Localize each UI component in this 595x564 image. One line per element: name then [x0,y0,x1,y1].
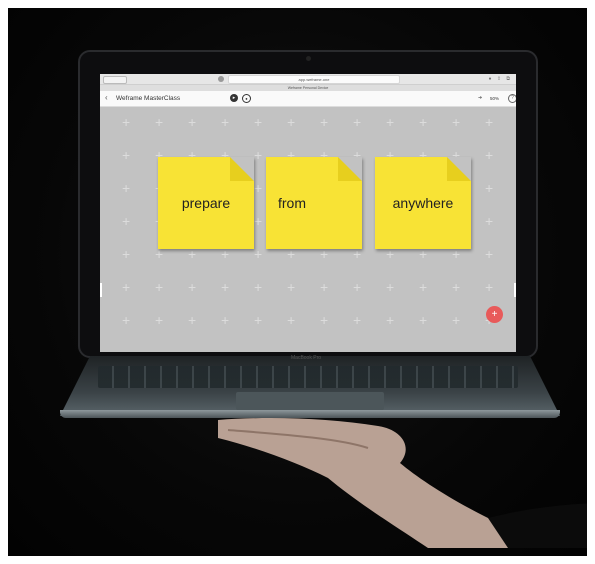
grid-plus-icon: + [386,312,395,328]
grid-plus-icon: + [155,114,164,130]
sticky-note-text: from [278,195,306,211]
privacy-icon[interactable] [218,76,224,82]
grid-plus-icon: + [254,147,263,163]
note-fold [230,157,254,181]
grid-plus-icon: + [122,213,131,229]
laptop-lid: app.weframe.one ● ⇪ ⧉ Weframe Personal D… [78,50,538,358]
grid-plus-icon: + [419,279,428,295]
sticky-note-text: prepare [181,195,231,211]
browser-toolbar: app.weframe.one ● ⇪ ⧉ [100,74,516,85]
grid-plus-icon: + [485,213,494,229]
grid-plus-icon: + [254,246,263,262]
grid-plus-icon: + [419,246,428,262]
whiteboard-canvas[interactable]: + + + + + + + + + + + + + + + + + + + + + + + + + + + + + + + + + + + + + + + +… [100,107,516,352]
grid-plus-icon: + [155,312,164,328]
grid-plus-icon: + [485,147,494,163]
grid-plus-icon: + [287,114,296,130]
grid-plus-icon: + [353,312,362,328]
grid-plus-icon: + [188,246,197,262]
grid-plus-icon: + [287,246,296,262]
grid-plus-icon: + [155,279,164,295]
address-bar[interactable]: app.weframe.one [228,75,400,84]
sticky-note[interactable]: prepare [158,157,254,249]
grid-plus-icon: + [485,180,494,196]
sticky-note[interactable]: anywhere [375,157,471,249]
grid-plus-icon: + [353,114,362,130]
grid-plus-icon: + [386,246,395,262]
laptop-brand-label: MacBook Pro [291,355,322,361]
grid-plus-icon: + [254,279,263,295]
pointer-tool-icon[interactable]: ▸ [230,94,238,102]
note-fold [338,157,362,181]
grid-plus-icon: + [221,114,230,130]
grid-plus-icon: + [485,279,494,295]
grid-plus-icon: + [287,279,296,295]
grid-plus-icon: + [320,279,329,295]
board-title: Weframe MasterClass [116,95,181,102]
add-button[interactable]: + [486,306,503,323]
grid-plus-icon: + [485,114,494,130]
grid-plus-icon: + [122,147,131,163]
grid-plus-icon: + [254,213,263,229]
grid-plus-icon: + [419,312,428,328]
grid-plus-icon: + [320,312,329,328]
grid-plus-icon: + [221,312,230,328]
grid-plus-icon: + [254,312,263,328]
grid-plus-icon: + [452,246,461,262]
grid-plus-icon: + [221,279,230,295]
browser-nav-buttons[interactable] [103,76,127,84]
app-header: ‹ Weframe MasterClass ▸ ● ➜ 50% ? [100,91,516,107]
grid-plus-icon: + [419,114,428,130]
grid-plus-icon: + [320,114,329,130]
laptop-screen: app.weframe.one ● ⇪ ⧉ Weframe Personal D… [100,74,516,352]
back-button[interactable]: ‹ [105,93,108,102]
grid-plus-icon: + [485,246,494,262]
grid-plus-icon: + [452,114,461,130]
grid-plus-icon: + [353,246,362,262]
grid-plus-icon: + [320,246,329,262]
grid-plus-icon: + [287,312,296,328]
grid-plus-icon: + [122,180,131,196]
help-button[interactable]: ? [508,94,516,103]
sticky-note[interactable]: from [266,157,362,249]
grid-plus-icon: + [122,312,131,328]
grid-plus-icon: + [122,114,131,130]
photo-background: app.weframe.one ● ⇪ ⧉ Weframe Personal D… [8,8,587,556]
grid-plus-icon: + [254,114,263,130]
camera-icon [306,56,311,61]
grid-plus-icon: + [188,312,197,328]
grid-plus-icon: + [452,312,461,328]
grid-plus-icon: + [122,246,131,262]
grid-plus-icon: + [254,180,263,196]
grid-plus-icon: + [221,246,230,262]
grid-plus-icon: + [452,279,461,295]
left-resize-handle[interactable] [100,283,102,297]
grid-plus-icon: + [188,279,197,295]
grid-plus-icon: + [386,114,395,130]
hand-illustration [218,418,587,548]
grid-plus-icon: + [386,279,395,295]
grid-plus-icon: + [155,246,164,262]
browser-actions-icon[interactable]: ● ⇪ ⧉ [488,76,512,82]
zoom-level[interactable]: 50% [490,96,499,101]
record-icon[interactable]: ● [242,94,251,103]
keyboard [98,366,518,388]
note-fold [447,157,471,181]
right-resize-handle[interactable] [514,283,516,297]
share-icon[interactable]: ➜ [478,95,482,101]
sticky-note-text: anywhere [392,195,454,211]
grid-plus-icon: + [122,279,131,295]
grid-plus-icon: + [353,279,362,295]
grid-plus-icon: + [188,114,197,130]
